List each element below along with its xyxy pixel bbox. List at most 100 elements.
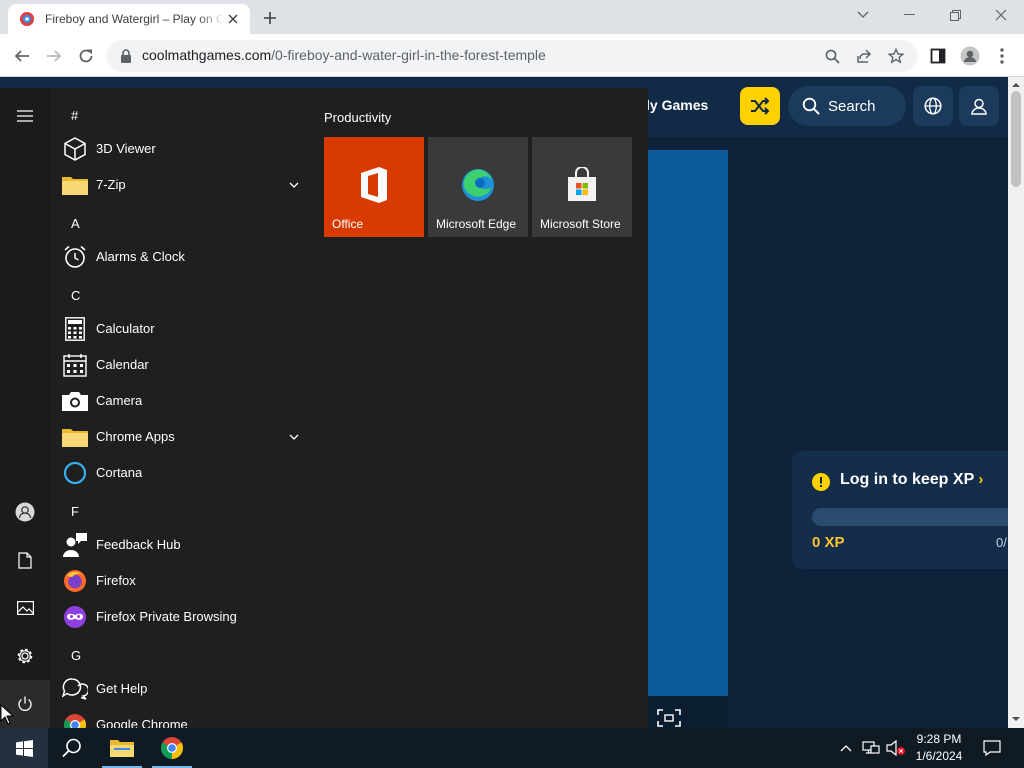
xp-login-prompt[interactable]: Log in to keep XP › — [840, 471, 983, 489]
warning-icon — [812, 473, 830, 491]
group-letter-hash[interactable]: # — [71, 108, 78, 123]
app-cortana[interactable]: Cortana — [50, 455, 310, 491]
chrome-icon — [62, 712, 88, 728]
bookmark-star-icon[interactable] — [886, 46, 906, 66]
xp-card[interactable]: Log in to keep XP › 0 XP 0/ — [792, 451, 1008, 569]
folder-icon — [62, 172, 88, 198]
user-icon — [971, 98, 987, 115]
app-firefox[interactable]: Firefox — [50, 563, 310, 599]
volume-tray-icon[interactable] — [886, 738, 906, 758]
group-letter-f[interactable]: F — [71, 504, 79, 519]
scroll-up-icon[interactable] — [1012, 81, 1020, 89]
back-button[interactable] — [8, 42, 36, 70]
tile-label: Microsoft Store — [540, 217, 621, 231]
taskbar-clock[interactable]: 9:28 PM 1/6/2024 — [906, 731, 972, 765]
app-alarms-clock[interactable]: Alarms & Clock — [50, 239, 310, 275]
tab-close-icon[interactable] — [224, 10, 242, 28]
start-app-list: # 3D Viewer 7-Zip A Alarms & Clock C Cal… — [50, 88, 310, 728]
profile-button[interactable] — [956, 42, 984, 70]
app-3d-viewer[interactable]: 3D Viewer — [50, 131, 310, 167]
game-frame[interactable] — [648, 150, 728, 696]
calculator-icon — [62, 316, 88, 342]
taskbar-file-explorer[interactable] — [98, 728, 146, 768]
app-get-help[interactable]: Get Help — [50, 671, 310, 707]
documents-button[interactable] — [0, 536, 50, 584]
camera-icon — [62, 388, 88, 414]
url-text: coolmathgames.com/0-fireboy-and-water-gi… — [142, 47, 546, 63]
folder-icon — [62, 424, 88, 450]
scrollbar-thumb[interactable] — [1011, 91, 1021, 187]
app-chrome-apps-folder[interactable]: Chrome Apps — [50, 419, 310, 455]
lock-icon — [121, 49, 131, 63]
minimize-icon — [903, 14, 915, 15]
reload-button[interactable] — [72, 42, 100, 70]
zoom-search-icon[interactable] — [822, 46, 842, 66]
plus-icon — [264, 12, 276, 24]
site-search-label: Search — [828, 97, 876, 115]
browser-tab-active[interactable]: Fireboy and Watergirl – Play on Coolmath… — [8, 4, 250, 34]
app-7zip-folder[interactable]: 7-Zip — [50, 167, 310, 203]
taskbar-chrome[interactable] — [148, 728, 196, 768]
globe-icon — [924, 97, 942, 115]
tile-label: Office — [332, 217, 364, 231]
browser-titlebar: Fireboy and Watergirl – Play on Coolmath… — [0, 0, 1024, 34]
store-bag-icon — [568, 167, 596, 201]
tile-microsoft-store[interactable]: Microsoft Store — [532, 137, 632, 237]
group-letter-a[interactable]: A — [71, 216, 80, 231]
side-panel-button[interactable] — [924, 42, 952, 70]
url-host: coolmathgames.com — [142, 47, 272, 63]
site-nav-link[interactable]: ly Games — [646, 97, 708, 113]
volume-muted-icon — [886, 740, 905, 756]
app-google-chrome[interactable]: Google Chrome — [50, 707, 310, 728]
notification-icon — [983, 740, 1001, 756]
app-label: Cortana — [96, 465, 143, 480]
account-button[interactable] — [959, 86, 999, 126]
tile-microsoft-edge[interactable]: Microsoft Edge — [428, 137, 528, 237]
close-window-button[interactable] — [978, 0, 1024, 30]
page-scrollbar[interactable] — [1008, 77, 1024, 728]
scroll-down-icon[interactable] — [1012, 715, 1020, 723]
arrow-right-icon — [47, 50, 62, 62]
new-tab-button[interactable] — [258, 6, 282, 30]
start-button[interactable] — [0, 728, 48, 768]
coolmath-favicon-icon — [20, 12, 34, 26]
app-feedback-hub[interactable]: Feedback Hub — [50, 527, 310, 563]
app-calendar[interactable]: Calendar — [50, 347, 310, 383]
fullscreen-icon[interactable] — [657, 709, 681, 727]
network-tray-icon[interactable] — [861, 738, 881, 758]
app-firefox-private[interactable]: Firefox Private Browsing — [50, 599, 310, 635]
expand-menu-button[interactable] — [0, 92, 50, 140]
app-label: Google Chrome — [96, 717, 188, 728]
office-icon — [361, 167, 387, 203]
app-camera[interactable]: Camera — [50, 383, 310, 419]
network-icon — [862, 741, 880, 754]
action-center-button[interactable] — [982, 738, 1002, 758]
share-icon[interactable] — [854, 46, 874, 66]
close-icon — [995, 9, 1007, 21]
language-button[interactable] — [913, 86, 953, 126]
settings-button[interactable] — [0, 632, 50, 680]
random-game-button[interactable] — [740, 87, 780, 125]
group-letter-g[interactable]: G — [71, 648, 81, 663]
chevron-down-icon — [289, 182, 299, 188]
forward-button[interactable] — [40, 42, 68, 70]
group-letter-c[interactable]: C — [71, 288, 80, 303]
tab-search-button[interactable] — [840, 0, 886, 30]
user-avatar-icon — [15, 502, 35, 522]
kebab-menu-icon — [1000, 48, 1004, 64]
address-bar[interactable]: coolmathgames.com/0-fireboy-and-water-gi… — [106, 40, 918, 72]
taskbar-search-button[interactable] — [48, 728, 96, 768]
show-hidden-icons-button[interactable] — [836, 738, 856, 758]
pictures-button[interactable] — [0, 584, 50, 632]
search-icon — [802, 97, 820, 115]
restore-button[interactable] — [932, 0, 978, 30]
app-calculator[interactable]: Calculator — [50, 311, 310, 347]
minimize-button[interactable] — [886, 0, 932, 30]
tile-office[interactable]: Office — [324, 137, 424, 237]
app-label: Get Help — [96, 681, 148, 696]
account-rail-button[interactable] — [0, 488, 50, 536]
site-search-button[interactable]: Search — [788, 86, 906, 126]
browser-menu-button[interactable] — [988, 42, 1016, 70]
tab-title: Fireboy and Watergirl – Play on Coolmath… — [45, 12, 224, 26]
tiles-group-title[interactable]: Productivity — [324, 110, 391, 125]
